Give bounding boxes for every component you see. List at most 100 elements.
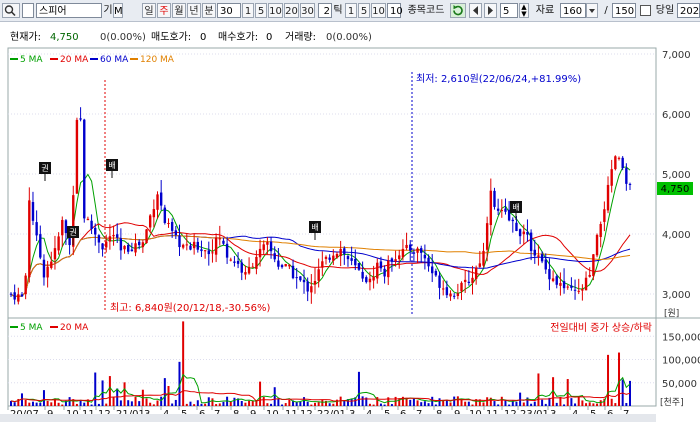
candle-body [401, 248, 405, 258]
volume-tick-label: 50,000 [662, 379, 697, 390]
candle-body [354, 258, 357, 266]
volume-bar [273, 387, 276, 406]
candle-body [258, 248, 262, 258]
candle-body [174, 230, 178, 236]
candle-body [489, 190, 493, 226]
volume-bar [368, 403, 371, 406]
candle-body [595, 234, 599, 256]
volume-bar [453, 396, 456, 406]
candle-body [339, 248, 342, 257]
candle-body [79, 118, 82, 120]
volume-bar [508, 404, 511, 406]
candle-body [474, 267, 478, 280]
candle-body [471, 277, 474, 283]
candle-body [13, 292, 16, 300]
candle-body [625, 168, 628, 184]
stock-chart[interactable]: 권권배배배 최저: 2,610원(22/06/24,+81.99%) 최고: 6… [0, 0, 700, 422]
volume-bar [130, 401, 133, 406]
volume-bar [185, 403, 188, 406]
candle-body [156, 194, 159, 210]
candle-body [529, 232, 533, 252]
candle-body [321, 261, 324, 268]
candle-body [409, 244, 412, 251]
candle-body [262, 244, 265, 251]
volume-bars [10, 321, 631, 406]
volume-bar [270, 403, 273, 406]
volume-bar [416, 400, 419, 406]
volume-bar [222, 401, 225, 406]
volume-bar [211, 398, 214, 406]
candle-body [247, 266, 251, 274]
candle-body [178, 235, 181, 248]
volume-bar [149, 402, 152, 406]
candle-body [324, 256, 328, 259]
min-annotation: 최저: 2,610원(22/06/24,+81.99%) [416, 73, 581, 85]
candle-body [295, 277, 298, 279]
candle-body [361, 271, 364, 279]
candle-body [302, 279, 306, 283]
candle-body [573, 289, 577, 291]
volume-bar [28, 402, 31, 406]
candle-body [288, 264, 291, 267]
candle-body [570, 285, 573, 288]
candle-body [332, 255, 335, 261]
volume-bar [303, 397, 306, 406]
candle-body [61, 219, 64, 236]
volume-bar [449, 402, 452, 406]
candle-body [218, 238, 221, 240]
price-tick-label: 5,000 [662, 170, 691, 181]
candle-body [269, 241, 273, 252]
candle-body [86, 218, 90, 221]
volume-bar [35, 402, 38, 406]
candle-body [335, 253, 339, 258]
candle-body [368, 278, 372, 283]
candle-body [445, 287, 449, 296]
candle-body [452, 295, 456, 297]
candle-body [266, 242, 269, 245]
price-tick-label: 4,000 [662, 230, 691, 241]
volume-bar [592, 403, 595, 406]
candle-body [449, 293, 452, 297]
candle-body [127, 245, 130, 252]
volume-bar [563, 404, 566, 406]
volume-bar [614, 403, 617, 406]
volume-bar [555, 402, 558, 406]
candle-body [310, 286, 313, 293]
candle-body [46, 266, 49, 278]
volume-bar [50, 402, 53, 406]
candle-body [500, 210, 504, 212]
candle-body [566, 286, 569, 288]
candle-body [17, 294, 20, 302]
candle-body [214, 237, 218, 255]
volume-bar [108, 376, 111, 406]
volume-bar [607, 354, 610, 406]
candle-body [617, 157, 621, 159]
candle-body [559, 283, 562, 286]
candle-body [357, 262, 361, 270]
candle-body [431, 266, 434, 274]
candle-body [482, 250, 485, 266]
candle-body [526, 231, 529, 235]
candle-body [20, 294, 24, 297]
event-markers: 권권배배배 [39, 159, 522, 245]
chart-scrollbar[interactable] [0, 414, 656, 422]
candle-body [533, 249, 536, 256]
candle-body [211, 252, 214, 254]
vol-legend-ma20: 20 MA [60, 323, 89, 333]
candle-body [50, 261, 53, 268]
candle-body [317, 269, 320, 281]
volume-bar [412, 398, 415, 406]
volume-bar [200, 403, 203, 406]
candle-body [28, 200, 31, 278]
candle-body [592, 254, 595, 277]
volume-bar [105, 403, 108, 406]
candle-body [555, 276, 558, 285]
candle-body [280, 265, 284, 268]
volume-bar [13, 402, 16, 406]
candle-body [108, 236, 112, 242]
volume-legend: 5 MA 20 MA [10, 323, 89, 333]
marker-label: 배 [512, 203, 519, 212]
volume-bar [390, 404, 393, 406]
volume-bar [588, 402, 591, 406]
volume-bar [204, 403, 207, 406]
